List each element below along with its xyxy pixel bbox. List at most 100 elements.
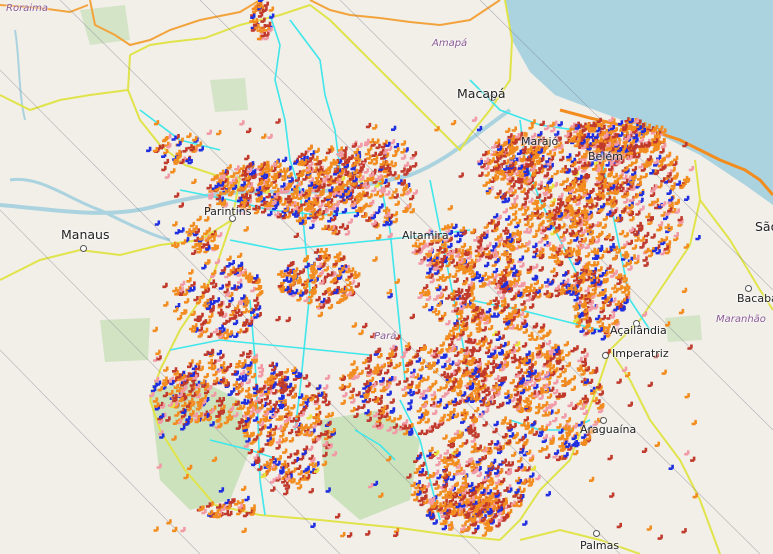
fire-marker (418, 429, 424, 435)
fire-marker (244, 408, 250, 415)
fire-marker (420, 461, 426, 467)
fire-marker (175, 303, 181, 309)
fire-marker (308, 454, 314, 460)
fire-marker (654, 441, 660, 447)
fire-marker (193, 236, 200, 242)
fire-marker (426, 261, 432, 267)
fire-marker (496, 189, 502, 195)
fire-marker (537, 246, 543, 252)
fire-marker (570, 347, 576, 353)
fire-marker (637, 142, 643, 148)
fire-marker (625, 372, 631, 378)
fire-marker (607, 122, 613, 128)
map-view[interactable]: Roraima Amapá Pará Maranhão Macapá Manau… (0, 0, 773, 554)
fire-marker (584, 243, 590, 250)
fire-marker (418, 413, 424, 419)
fire-marker (595, 273, 601, 279)
fire-marker (664, 223, 670, 229)
fire-marker (496, 403, 502, 409)
fire-marker (497, 343, 503, 349)
fire-marker (644, 231, 650, 238)
fire-marker (660, 211, 666, 217)
fire-marker (242, 511, 249, 518)
fire-marker (454, 351, 460, 357)
fire-marker (509, 379, 515, 385)
fire-marker (384, 369, 390, 375)
fire-marker (646, 525, 652, 531)
fire-marker (348, 393, 354, 400)
fire-marker (446, 411, 452, 417)
fire-marker (400, 140, 407, 146)
fire-marker (238, 499, 245, 505)
fire-marker (557, 121, 563, 127)
fire-marker (240, 181, 246, 187)
fire-marker (546, 421, 552, 427)
fire-marker (315, 296, 321, 302)
fire-marker (203, 298, 209, 305)
fire-marker (410, 368, 416, 375)
fire-marker (543, 350, 549, 356)
fire-marker (192, 136, 198, 142)
fire-marker (560, 223, 566, 229)
fire-marker (321, 224, 327, 231)
fire-marker (670, 182, 676, 188)
fire-marker (695, 235, 701, 241)
fire-marker (208, 363, 214, 370)
fire-marker (368, 483, 374, 489)
fire-marker (600, 335, 606, 341)
fire-marker (583, 202, 589, 208)
fire-marker (171, 435, 177, 441)
fire-marker (606, 293, 613, 299)
fire-marker (216, 199, 222, 206)
fire-marker (559, 365, 565, 371)
fire-marker (355, 391, 361, 397)
fire-marker (564, 138, 571, 144)
fire-marker (595, 190, 601, 196)
fire-marker (208, 312, 214, 319)
fire-marker (598, 254, 605, 260)
fire-marker (437, 291, 443, 298)
fire-marker (230, 284, 236, 290)
fire-marker (471, 442, 477, 449)
fire-marker (272, 400, 278, 407)
fire-marker (453, 429, 460, 436)
fire-marker (534, 408, 541, 415)
fire-marker (232, 319, 239, 326)
fire-marker (606, 264, 612, 270)
fire-marker (428, 383, 434, 389)
fire-marker (637, 175, 643, 181)
fire-marker (521, 210, 527, 216)
fire-marker (190, 310, 196, 316)
fire-marker (263, 1, 269, 7)
fire-marker (649, 169, 655, 175)
fire-marker (478, 171, 484, 177)
fire-marker (171, 241, 177, 247)
fire-marker (500, 160, 506, 166)
fire-marker (505, 312, 511, 318)
fire-marker (223, 418, 229, 425)
fire-marker (392, 423, 398, 429)
fire-marker (179, 407, 185, 414)
fire-marker (209, 421, 215, 427)
fire-marker (400, 154, 407, 160)
fire-marker (272, 425, 278, 431)
fire-marker (657, 183, 663, 189)
fire-marker (487, 325, 494, 331)
fire-marker (657, 534, 663, 540)
fire-marker (393, 527, 400, 534)
fire-marker (240, 369, 246, 376)
fire-marker (616, 522, 622, 529)
fire-marker (211, 456, 218, 462)
fire-marker (317, 432, 323, 438)
fire-marker (353, 412, 359, 418)
fire-marker (255, 284, 261, 291)
fire-marker (242, 328, 248, 334)
fire-markers-layer (139, 0, 701, 540)
fire-marker (275, 118, 281, 124)
fire-marker (241, 485, 247, 491)
fire-marker (322, 451, 328, 458)
fire-marker (571, 167, 577, 173)
fire-marker (146, 146, 152, 153)
fire-marker (494, 138, 501, 145)
fire-marker (627, 265, 633, 271)
